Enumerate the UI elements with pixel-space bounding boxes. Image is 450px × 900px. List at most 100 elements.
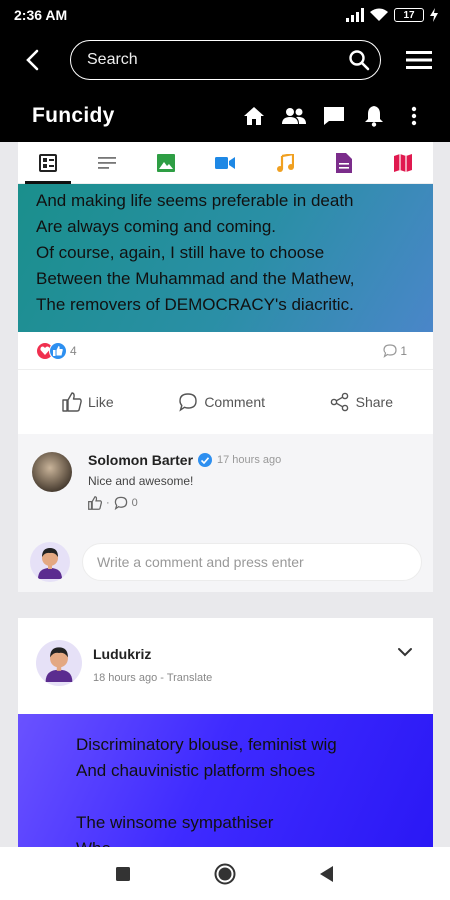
tab-places[interactable] <box>386 144 420 182</box>
image-icon <box>157 153 176 172</box>
current-user-avatar[interactable] <box>30 542 70 582</box>
reactions-summary[interactable]: 4 <box>36 341 77 360</box>
back-button[interactable] <box>18 46 46 74</box>
post-text-line: Whe... <box>76 836 433 847</box>
file-icon <box>336 152 353 173</box>
hamburger-menu-button[interactable] <box>404 48 434 72</box>
comment-button[interactable]: Comment <box>178 392 265 412</box>
messages-button[interactable] <box>322 104 346 128</box>
comment-header: Solomon Barter 17 hours ago <box>88 452 281 468</box>
share-label: Share <box>355 394 393 410</box>
hamburger-icon <box>406 51 432 69</box>
status-icons: 17 <box>346 8 438 22</box>
post-author-name[interactable]: Ludukriz <box>93 646 151 662</box>
chevron-down-icon <box>398 648 412 657</box>
comment-item: Solomon Barter 17 hours ago Nice and awe… <box>32 452 422 510</box>
charging-icon <box>430 8 438 22</box>
tab-music[interactable] <box>268 144 302 182</box>
post-options-button[interactable] <box>395 642 415 662</box>
comment-icon <box>179 393 198 412</box>
thumbs-up-icon <box>62 392 82 412</box>
music-note-icon <box>276 153 294 172</box>
post-text-line: And chauvinistic platform shoes <box>76 761 316 780</box>
app-header: Search Funcidy <box>0 30 450 142</box>
post-text-line: Are always coming and coming. <box>36 217 277 236</box>
commenter-name[interactable]: Solomon Barter <box>88 452 193 468</box>
post-text-background: And making life seems preferable in deat… <box>18 184 433 332</box>
post-text-line: The winsome sympathiser <box>76 813 274 832</box>
search-icon[interactable] <box>348 49 370 71</box>
post-text-background: Discriminatory blouse, feminist wig And … <box>18 714 433 847</box>
post-text-line <box>76 784 433 810</box>
post-stats: 4 1 <box>18 332 433 370</box>
user-avatar-icon <box>45 647 73 682</box>
brand-logo[interactable]: Funcidy <box>32 104 115 128</box>
tab-images[interactable] <box>149 144 183 182</box>
friends-button[interactable] <box>282 104 306 128</box>
verified-badge-icon <box>198 453 213 467</box>
search-input[interactable]: Search <box>87 51 348 69</box>
commenter-avatar[interactable] <box>32 452 72 492</box>
comments-section: Solomon Barter 17 hours ago Nice and awe… <box>18 434 433 592</box>
video-camera-icon <box>215 156 236 169</box>
signal-icon <box>346 8 364 22</box>
home-button[interactable] <box>242 104 266 128</box>
like-reaction-icon <box>49 341 67 360</box>
map-icon <box>394 153 413 172</box>
post-text-line: The removers of DEMOCRACY's diacritic. <box>36 295 354 314</box>
comment-label: Comment <box>204 394 265 410</box>
separator: · <box>106 497 110 509</box>
text-icon <box>97 156 116 169</box>
comment-actions: · 0 <box>88 496 281 510</box>
header-nav <box>242 104 426 128</box>
battery-icon: 17 <box>394 8 424 22</box>
reaction-count: 4 <box>70 343 77 358</box>
comment-text: Nice and awesome! <box>88 474 194 488</box>
comment-body: Solomon Barter 17 hours ago Nice and awe… <box>88 452 281 510</box>
search-field[interactable]: Search <box>70 40 381 80</box>
share-button[interactable]: Share <box>330 392 393 412</box>
feed-filter-tabs <box>18 142 433 184</box>
like-button[interactable]: Like <box>62 392 114 412</box>
post-author-avatar[interactable] <box>36 640 82 686</box>
more-options-button[interactable] <box>402 104 426 128</box>
post-text-line: And making life seems preferable in deat… <box>36 191 354 210</box>
wifi-icon <box>370 8 388 21</box>
comment-like-icon[interactable] <box>88 496 102 510</box>
comments-count[interactable]: 1 <box>383 344 407 358</box>
reply-count: 0 <box>131 497 138 509</box>
tab-all[interactable] <box>24 144 71 184</box>
people-icon <box>282 108 306 124</box>
back-arrow-icon <box>26 49 39 71</box>
post-text-line: Between the Muhammad and the Mathew, <box>36 269 355 288</box>
kebab-menu-icon <box>411 106 417 126</box>
back-nav-button[interactable] <box>315 862 339 886</box>
post-text-line: Of course, again, I still have to choose <box>36 243 325 262</box>
write-comment-row <box>30 542 422 582</box>
triangle-back-icon <box>320 865 333 882</box>
tab-text[interactable] <box>90 144 124 182</box>
system-navigation-bar <box>0 847 450 900</box>
notifications-button[interactable] <box>362 104 386 128</box>
home-icon <box>244 107 264 125</box>
comment-reply-icon[interactable] <box>114 496 128 510</box>
translate-link[interactable]: Translate <box>167 672 212 684</box>
comment-time: 17 hours ago <box>217 454 282 466</box>
post-meta: 18 hours ago - Translate <box>93 672 212 684</box>
home-nav-button[interactable] <box>213 862 237 886</box>
like-label: Like <box>88 394 114 410</box>
feed: And making life seems preferable in deat… <box>0 142 450 847</box>
comment-bubble-icon <box>383 343 397 358</box>
status-time: 2:36 AM <box>14 7 68 23</box>
circle-icon <box>214 863 236 884</box>
tab-videos[interactable] <box>208 144 242 182</box>
comment-count-value: 1 <box>400 343 407 358</box>
bell-icon <box>365 106 383 127</box>
post-actions: Like Comment Share <box>18 370 433 434</box>
recent-apps-button[interactable] <box>111 862 135 886</box>
user-avatar-icon <box>38 548 62 579</box>
tab-files[interactable] <box>327 144 361 182</box>
share-icon <box>330 392 348 412</box>
post-time: 18 hours ago <box>93 672 158 684</box>
comment-input[interactable] <box>82 543 422 581</box>
